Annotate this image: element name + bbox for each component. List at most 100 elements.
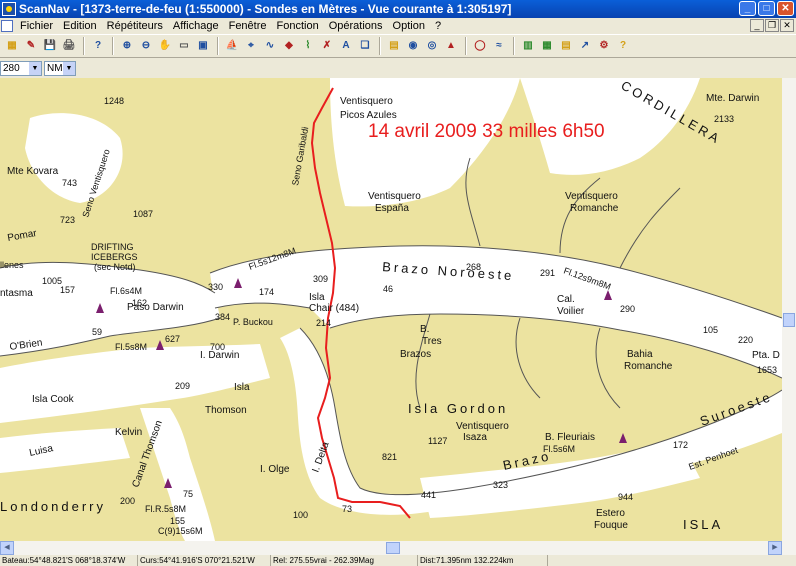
- nautical-chart[interactable]: 14 avril 2009 33 milles 6h50 Ventisquero…: [0, 78, 782, 541]
- place-ventisquero-espana: Ventisquero: [368, 191, 421, 202]
- graph-button[interactable]: ▤: [557, 37, 575, 55]
- boat-icon: ⛵: [225, 40, 239, 51]
- place-chair: Chair (484): [309, 303, 359, 314]
- mdi-close-button[interactable]: ✕: [780, 19, 794, 32]
- rectangle-button[interactable]: ▭: [175, 37, 193, 55]
- unit-value: NM: [47, 62, 63, 74]
- mdi-restore-button[interactable]: ❐: [765, 19, 779, 32]
- maximize-button[interactable]: □: [758, 1, 775, 16]
- horizontal-scroll-thumb[interactable]: [386, 542, 400, 554]
- depth-sounding: 323: [493, 480, 508, 490]
- zoom-in-icon: ⊕: [122, 40, 132, 51]
- mark-button[interactable]: ✗: [318, 37, 336, 55]
- chevron-down-icon[interactable]: ▼: [29, 61, 41, 75]
- scroll-left-arrow-icon[interactable]: ◀: [0, 541, 14, 555]
- chevron-down-icon[interactable]: ▼: [63, 61, 75, 75]
- print-button[interactable]: 🖨: [60, 37, 78, 55]
- mdi-minimize-button[interactable]: _: [750, 19, 764, 32]
- depth-sounding: 309: [313, 274, 328, 284]
- open-button[interactable]: ✎: [22, 37, 40, 55]
- status-bateau: Bateau:54°48.821'S 068°18.374'W: [0, 555, 138, 566]
- toolbar-separator: [217, 37, 219, 55]
- light-label: Fl.5s6M: [543, 444, 575, 454]
- toolbar-separator: [465, 37, 467, 55]
- layers-button[interactable]: ❏: [356, 37, 374, 55]
- track-button[interactable]: ⌇: [299, 37, 317, 55]
- help-pointer-button[interactable]: ?: [89, 37, 107, 55]
- save-button[interactable]: 💾: [41, 37, 59, 55]
- scale-select[interactable]: 280 ▼: [0, 60, 42, 76]
- toolbar-separator: [379, 37, 381, 55]
- place-espana: España: [375, 203, 409, 214]
- boat-button[interactable]: ⛵: [223, 37, 241, 55]
- menu-affichage[interactable]: Affichage: [168, 20, 224, 32]
- gps-button[interactable]: ◉: [404, 37, 422, 55]
- depth-sounding: 291: [540, 268, 555, 278]
- darwin-height: 2133: [714, 114, 734, 124]
- menu-fichier[interactable]: Fichier: [15, 20, 58, 32]
- scroll-right-arrow-icon[interactable]: ▶: [768, 541, 782, 555]
- app-icon[interactable]: [2, 2, 16, 16]
- mark-icon: ✗: [322, 40, 332, 51]
- menu-repetiteurs[interactable]: Répétiteurs: [102, 20, 168, 32]
- help-pointer-icon: ?: [94, 40, 102, 51]
- close-button[interactable]: ✕: [777, 1, 794, 16]
- depth-sounding: 155: [170, 516, 185, 526]
- new-chart-icon: ▦: [7, 40, 17, 51]
- about-button[interactable]: ?: [614, 37, 632, 55]
- compass-button[interactable]: ◎: [423, 37, 441, 55]
- zoom-out-icon: ⊖: [141, 40, 151, 51]
- place-p-buckou: P. Buckou: [233, 317, 273, 327]
- text-button[interactable]: A: [337, 37, 355, 55]
- chart-icon: ▦: [542, 40, 552, 51]
- place-isla-bottom: ISLA: [683, 517, 723, 532]
- vertical-scrollbar[interactable]: [782, 78, 796, 541]
- tide-button[interactable]: ≈: [490, 37, 508, 55]
- zoom-out-button[interactable]: ⊖: [137, 37, 155, 55]
- wind-button[interactable]: ↗: [576, 37, 594, 55]
- horizontal-scrollbar[interactable]: ◀ ▶: [0, 541, 796, 555]
- route-button[interactable]: ∿: [261, 37, 279, 55]
- status-bearing: Rel: 275.55vrai - 262.39Mag: [271, 555, 418, 566]
- graph-icon: ▤: [561, 40, 571, 51]
- new-chart-button[interactable]: ▦: [3, 37, 21, 55]
- menu-fenetre[interactable]: Fenêtre: [224, 20, 272, 32]
- chart-map-view[interactable]: 14 avril 2009 33 milles 6h50 Ventisquero…: [0, 78, 782, 541]
- menu-operations[interactable]: Opérations: [324, 20, 388, 32]
- menu-option[interactable]: Option: [388, 20, 430, 32]
- waypoint-button[interactable]: ◆: [280, 37, 298, 55]
- depth-sounding: 214: [316, 318, 331, 328]
- depth-sounding: 100: [293, 510, 308, 520]
- lifebuoy-button[interactable]: ◯: [471, 37, 489, 55]
- nmea-button[interactable]: ▤: [385, 37, 403, 55]
- pan-hand-button[interactable]: ✋: [156, 37, 174, 55]
- document-icon[interactable]: [1, 20, 13, 32]
- window-icon: ▣: [198, 40, 208, 51]
- depth-sounding: 220: [738, 335, 753, 345]
- chart-button[interactable]: ▦: [538, 37, 556, 55]
- settings-button[interactable]: ⚙: [595, 37, 613, 55]
- toolbar-separator: [513, 37, 515, 55]
- vertical-scroll-thumb[interactable]: [783, 313, 795, 327]
- toolbar-separator: [112, 37, 114, 55]
- minimize-button[interactable]: _: [739, 1, 756, 16]
- menu-edition[interactable]: Edition: [58, 20, 102, 32]
- unit-select[interactable]: NM ▼: [44, 60, 76, 76]
- alarm-button[interactable]: ▲: [442, 37, 460, 55]
- depth-sounding: 157: [60, 285, 75, 295]
- place-mte-kovara: Mte Kovara: [7, 166, 59, 177]
- place-isaza: Isaza: [463, 432, 487, 443]
- window-title: ScanNav - [1373-terre-de-feu (1:550000) …: [19, 2, 512, 16]
- place-icebergs: ICEBERGS: [91, 252, 138, 262]
- place-isla-cook: Isla Cook: [32, 394, 75, 405]
- grid-button[interactable]: ▥: [519, 37, 537, 55]
- crosshair-button[interactable]: ⌖: [242, 37, 260, 55]
- menu-help[interactable]: ?: [430, 20, 446, 32]
- zoom-in-button[interactable]: ⊕: [118, 37, 136, 55]
- window-title-bar[interactable]: ScanNav - [1373-terre-de-feu (1:550000) …: [0, 0, 796, 18]
- about-icon: ?: [619, 40, 627, 51]
- place-ventisquero-romanche: Ventisquero: [565, 191, 618, 202]
- window-button[interactable]: ▣: [194, 37, 212, 55]
- menu-fonction[interactable]: Fonction: [272, 20, 324, 32]
- alarm-icon: ▲: [446, 40, 456, 51]
